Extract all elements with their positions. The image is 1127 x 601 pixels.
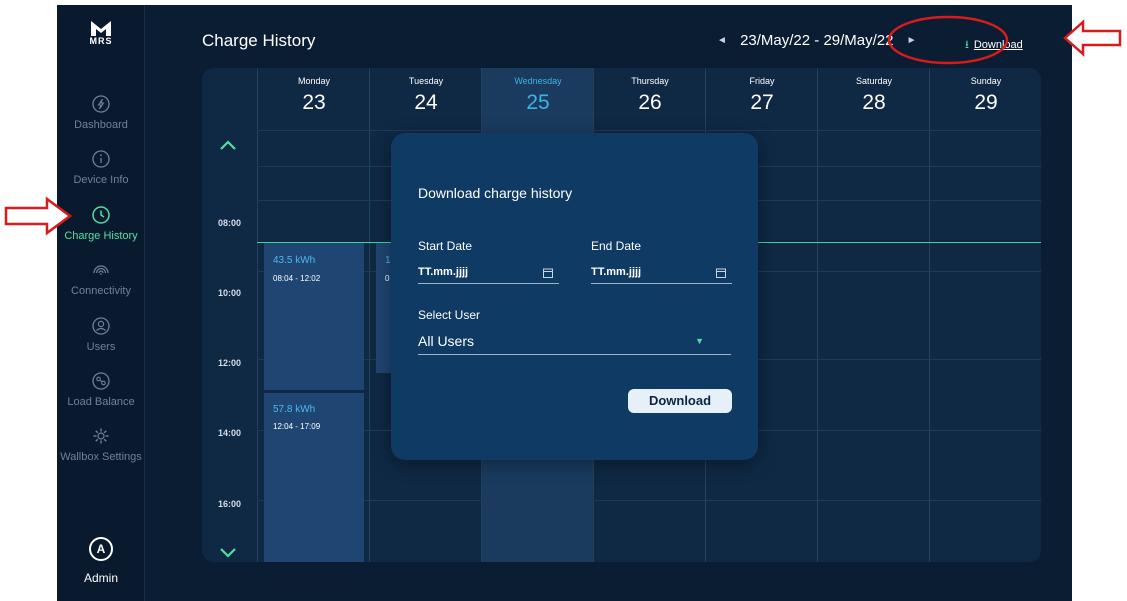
sidebar-item-label: Users: [86, 341, 116, 353]
user-select-value: All Users: [418, 333, 475, 349]
charge-event[interactable]: 43.5 kWh 08:04 - 12:02: [264, 243, 364, 390]
day-number: 23: [302, 91, 326, 114]
avatar[interactable]: A: [89, 537, 113, 561]
end-date-value: TT.mm.jjjj: [591, 266, 642, 278]
user-name: Admin: [83, 571, 118, 585]
signal-icon: [93, 265, 109, 275]
time-label: 16:00: [218, 499, 242, 509]
event-time-range: 12:04 - 17:09: [273, 422, 321, 431]
event-time-range: 0: [385, 274, 390, 283]
chevron-down-icon[interactable]: [219, 546, 237, 560]
sidebar-item-wallbox-settings[interactable]: Wallbox Settings: [57, 425, 145, 463]
sidebar-item-dashboard[interactable]: Dashboard: [57, 93, 145, 131]
sidebar-item-connectivity[interactable]: Connectivity: [57, 259, 145, 297]
calendar-icon[interactable]: [716, 268, 726, 278]
start-date-label: Start Date: [418, 239, 473, 253]
logo: MRS: [81, 19, 121, 59]
user-select[interactable]: All Users ▼: [418, 331, 731, 355]
user-icon: [92, 317, 110, 335]
start-date-field[interactable]: TT.mm.jjjj: [418, 264, 559, 284]
day-column-sunday[interactable]: Sunday 29: [929, 68, 1041, 562]
dialog-title: Download charge history: [418, 185, 573, 201]
prev-week-button[interactable]: ◄: [717, 35, 727, 46]
time-label: 14:00: [218, 428, 242, 438]
download-button[interactable]: Download: [628, 389, 732, 413]
calendar-icon[interactable]: [543, 268, 553, 278]
sidebar-item-device-info[interactable]: Device Info: [57, 148, 145, 186]
event-energy: 1: [385, 255, 391, 266]
day-number: 29: [974, 91, 998, 114]
day-name: Saturday: [855, 76, 893, 86]
logo-icon: [91, 21, 111, 36]
clock-icon: [92, 206, 110, 224]
bolt-icon: [92, 95, 110, 113]
event-time-range: 08:04 - 12:02: [273, 274, 321, 283]
caret-down-icon: ▼: [695, 336, 704, 346]
sidebar-item-users[interactable]: Users: [57, 315, 145, 353]
info-icon: [92, 150, 110, 168]
day-number: 25: [526, 91, 550, 114]
grid-line: [257, 130, 1041, 131]
sidebar-item-label: Connectivity: [71, 285, 131, 297]
user-menu[interactable]: A Admin: [57, 537, 145, 585]
day-name: Monday: [297, 76, 331, 86]
charge-event[interactable]: 57.8 kWh 12:04 - 17:09: [264, 393, 364, 562]
end-date-label: End Date: [591, 239, 642, 253]
load-balance-icon: [92, 372, 110, 390]
grid-line: [257, 500, 1041, 501]
day-name: Sunday: [970, 76, 1002, 86]
sidebar-item-label: Load Balance: [67, 396, 135, 408]
sidebar-item-load-balance[interactable]: Load Balance: [57, 370, 145, 408]
day-name: Friday: [749, 76, 775, 86]
chevron-up-icon[interactable]: [219, 138, 237, 152]
logo-text: MRS: [89, 36, 113, 46]
start-date-value: TT.mm.jjjj: [418, 266, 469, 278]
sidebar-item-label: Device Info: [73, 174, 129, 186]
sidebar: MRS Dashboard Device Info Charge History: [57, 5, 145, 601]
day-name: Wednesday: [514, 76, 562, 86]
app-window: MRS Dashboard Device Info Charge History: [57, 5, 1072, 601]
select-user-label: Select User: [418, 308, 481, 322]
time-label: 10:00: [218, 288, 242, 298]
day-number: 28: [862, 91, 886, 114]
gear-icon: [93, 428, 109, 444]
day-number: 26: [638, 91, 662, 114]
day-name: Tuesday: [408, 76, 444, 86]
day-number: 24: [414, 91, 438, 114]
day-name: Thursday: [631, 76, 669, 86]
annotation-arrow-right-icon: [4, 196, 73, 236]
day-number: 27: [750, 91, 774, 114]
day-column-saturday[interactable]: Saturday 28: [817, 68, 929, 562]
end-date-field[interactable]: TT.mm.jjjj: [591, 264, 732, 284]
download-dialog: Download charge history Start Date TT.mm…: [391, 133, 758, 460]
time-label: 12:00: [218, 358, 242, 368]
event-energy: 43.5 kWh: [273, 255, 316, 266]
event-energy: 57.8 kWh: [273, 404, 316, 415]
time-label: 08:00: [218, 218, 242, 228]
sidebar-item-label: Dashboard: [74, 119, 128, 131]
sidebar-item-label: Wallbox Settings: [60, 451, 142, 463]
page-title: Charge History: [202, 31, 316, 50]
annotation-ellipse: [887, 15, 1009, 65]
date-range-label: 23/May/22 - 29/May/22: [740, 32, 894, 49]
annotation-arrow-left-icon: [1063, 19, 1122, 57]
